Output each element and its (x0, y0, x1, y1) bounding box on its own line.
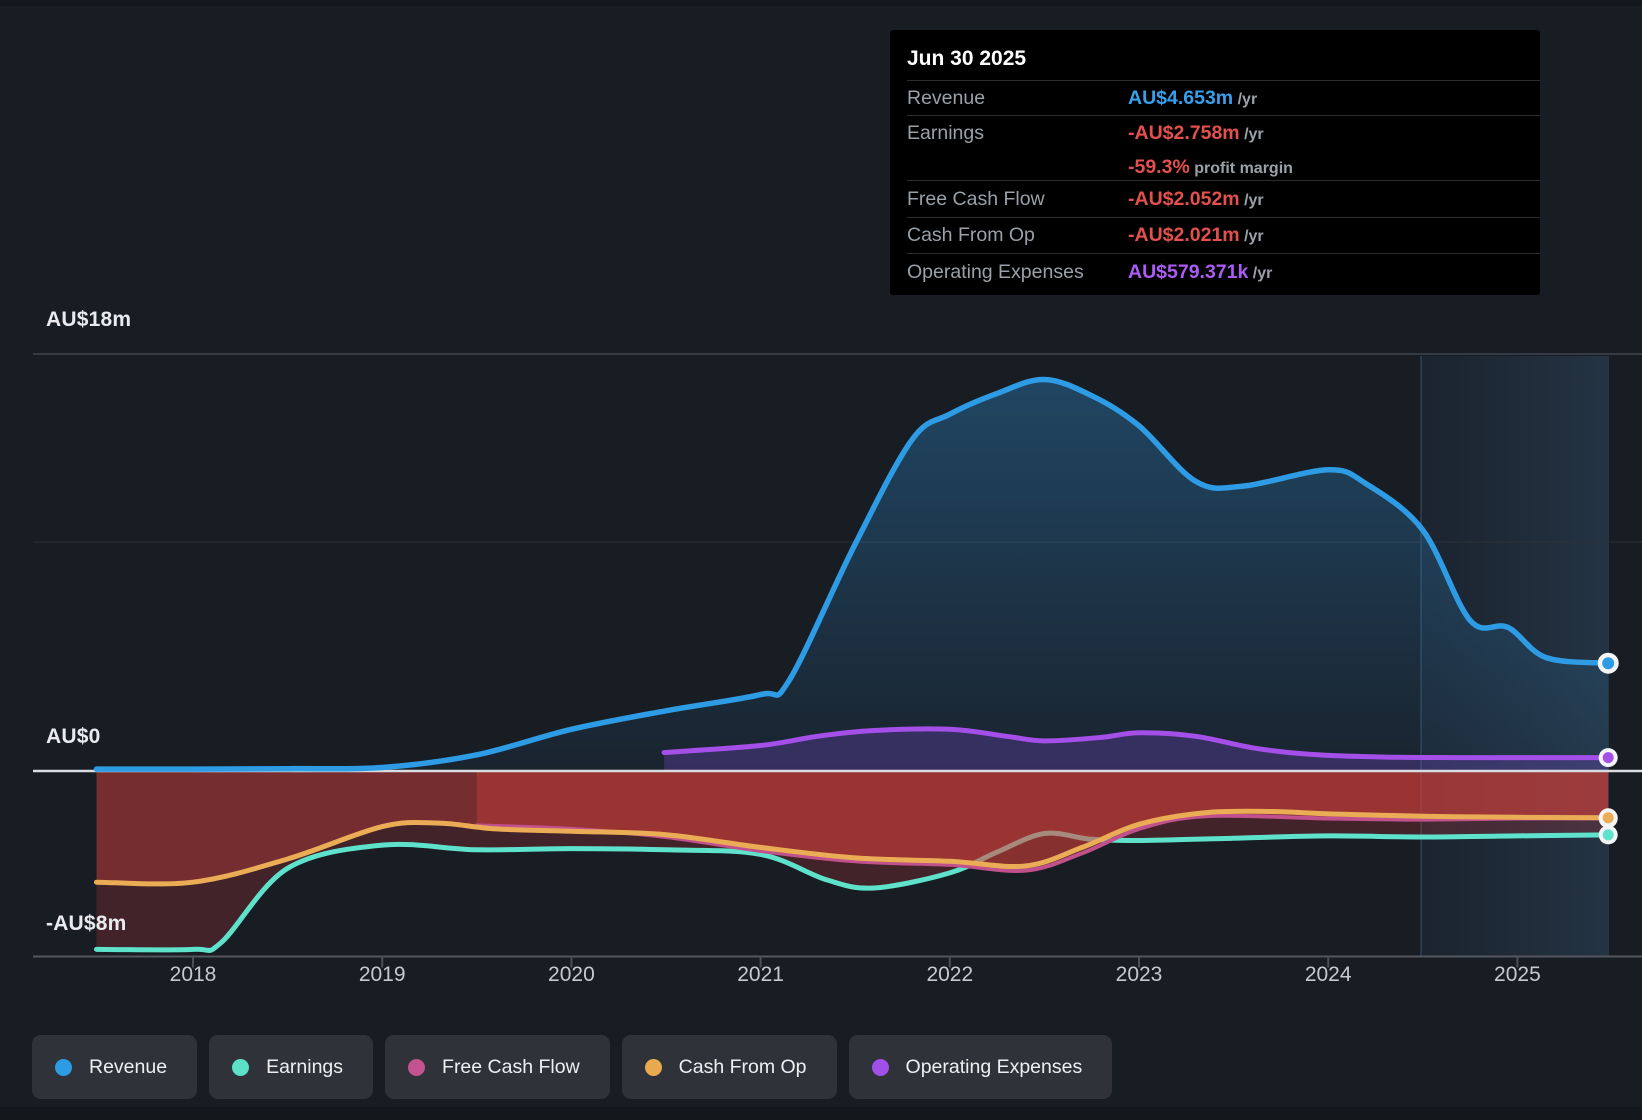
earnings-dot-icon (232, 1058, 250, 1076)
hover-tooltip: Jun 30 2025 Revenue AU$4.653m /yr Earnin… (890, 30, 1540, 295)
legend-item-operating-expenses[interactable]: Operating Expenses (848, 1035, 1113, 1099)
y-axis-label-0: AU$0 (46, 725, 101, 748)
y-axis-label-neg8m: -AU$8m (46, 912, 127, 935)
fcf-value: -AU$2.052m (1128, 187, 1240, 210)
legend: Revenue Earnings Free Cash Flow Cash Fro… (32, 1035, 1113, 1099)
legend-item-cash-from-op[interactable]: Cash From Op (621, 1035, 837, 1099)
free-cash-flow-dot-icon (408, 1058, 426, 1076)
x-axis-label-2023: 2023 (1115, 963, 1163, 986)
x-axis-label-2022: 2022 (926, 963, 974, 986)
revenue-value: AU$4.653m (1128, 86, 1234, 109)
x-axis-label-2019: 2019 (358, 963, 406, 986)
profit-margin-value: -59.3% (1128, 156, 1190, 178)
tooltip-row-earnings: Earnings -AU$2.758m /yr -59.3% profit ma… (907, 115, 1540, 180)
tooltip-row-free-cash-flow: Free Cash Flow -AU$2.052m /yr (907, 180, 1540, 217)
tooltip-row-operating-expenses: Operating Expenses AU$579.371k /yr (907, 253, 1540, 290)
x-axis-label-2021: 2021 (737, 963, 784, 986)
operating-expenses-dot-icon (871, 1058, 889, 1076)
cash-from-op-dot-icon (644, 1058, 662, 1076)
x-axis-label-2024: 2024 (1304, 963, 1352, 986)
y-axis-label-18m: AU$18m (46, 308, 132, 331)
cash-from-op-value: -AU$2.021m (1128, 224, 1240, 246)
revenue-dot-icon (55, 1058, 72, 1076)
tooltip-row-cash-from-op: Cash From Op -AU$2.021m /yr (907, 217, 1540, 253)
tooltip-row-revenue: Revenue AU$4.653m /yr (907, 80, 1540, 115)
legend-item-revenue[interactable]: Revenue (32, 1035, 198, 1099)
earnings-revenue-history-chart: AU$18m AU$0 -AU$8m 2018 2019 2020 2021 2… (0, 0, 1642, 1120)
opex-value: AU$579.371k (1128, 260, 1249, 283)
tooltip-date: Jun 30 2025 (907, 47, 1027, 70)
x-axis-label-2020: 2020 (548, 963, 595, 986)
x-axis-label-2018: 2018 (169, 963, 217, 986)
earnings-value: -AU$2.758m (1128, 122, 1240, 144)
legend-item-earnings[interactable]: Earnings (209, 1035, 374, 1099)
x-axis-label-2025: 2025 (1494, 963, 1541, 986)
legend-item-free-cash-flow[interactable]: Free Cash Flow (385, 1035, 610, 1099)
